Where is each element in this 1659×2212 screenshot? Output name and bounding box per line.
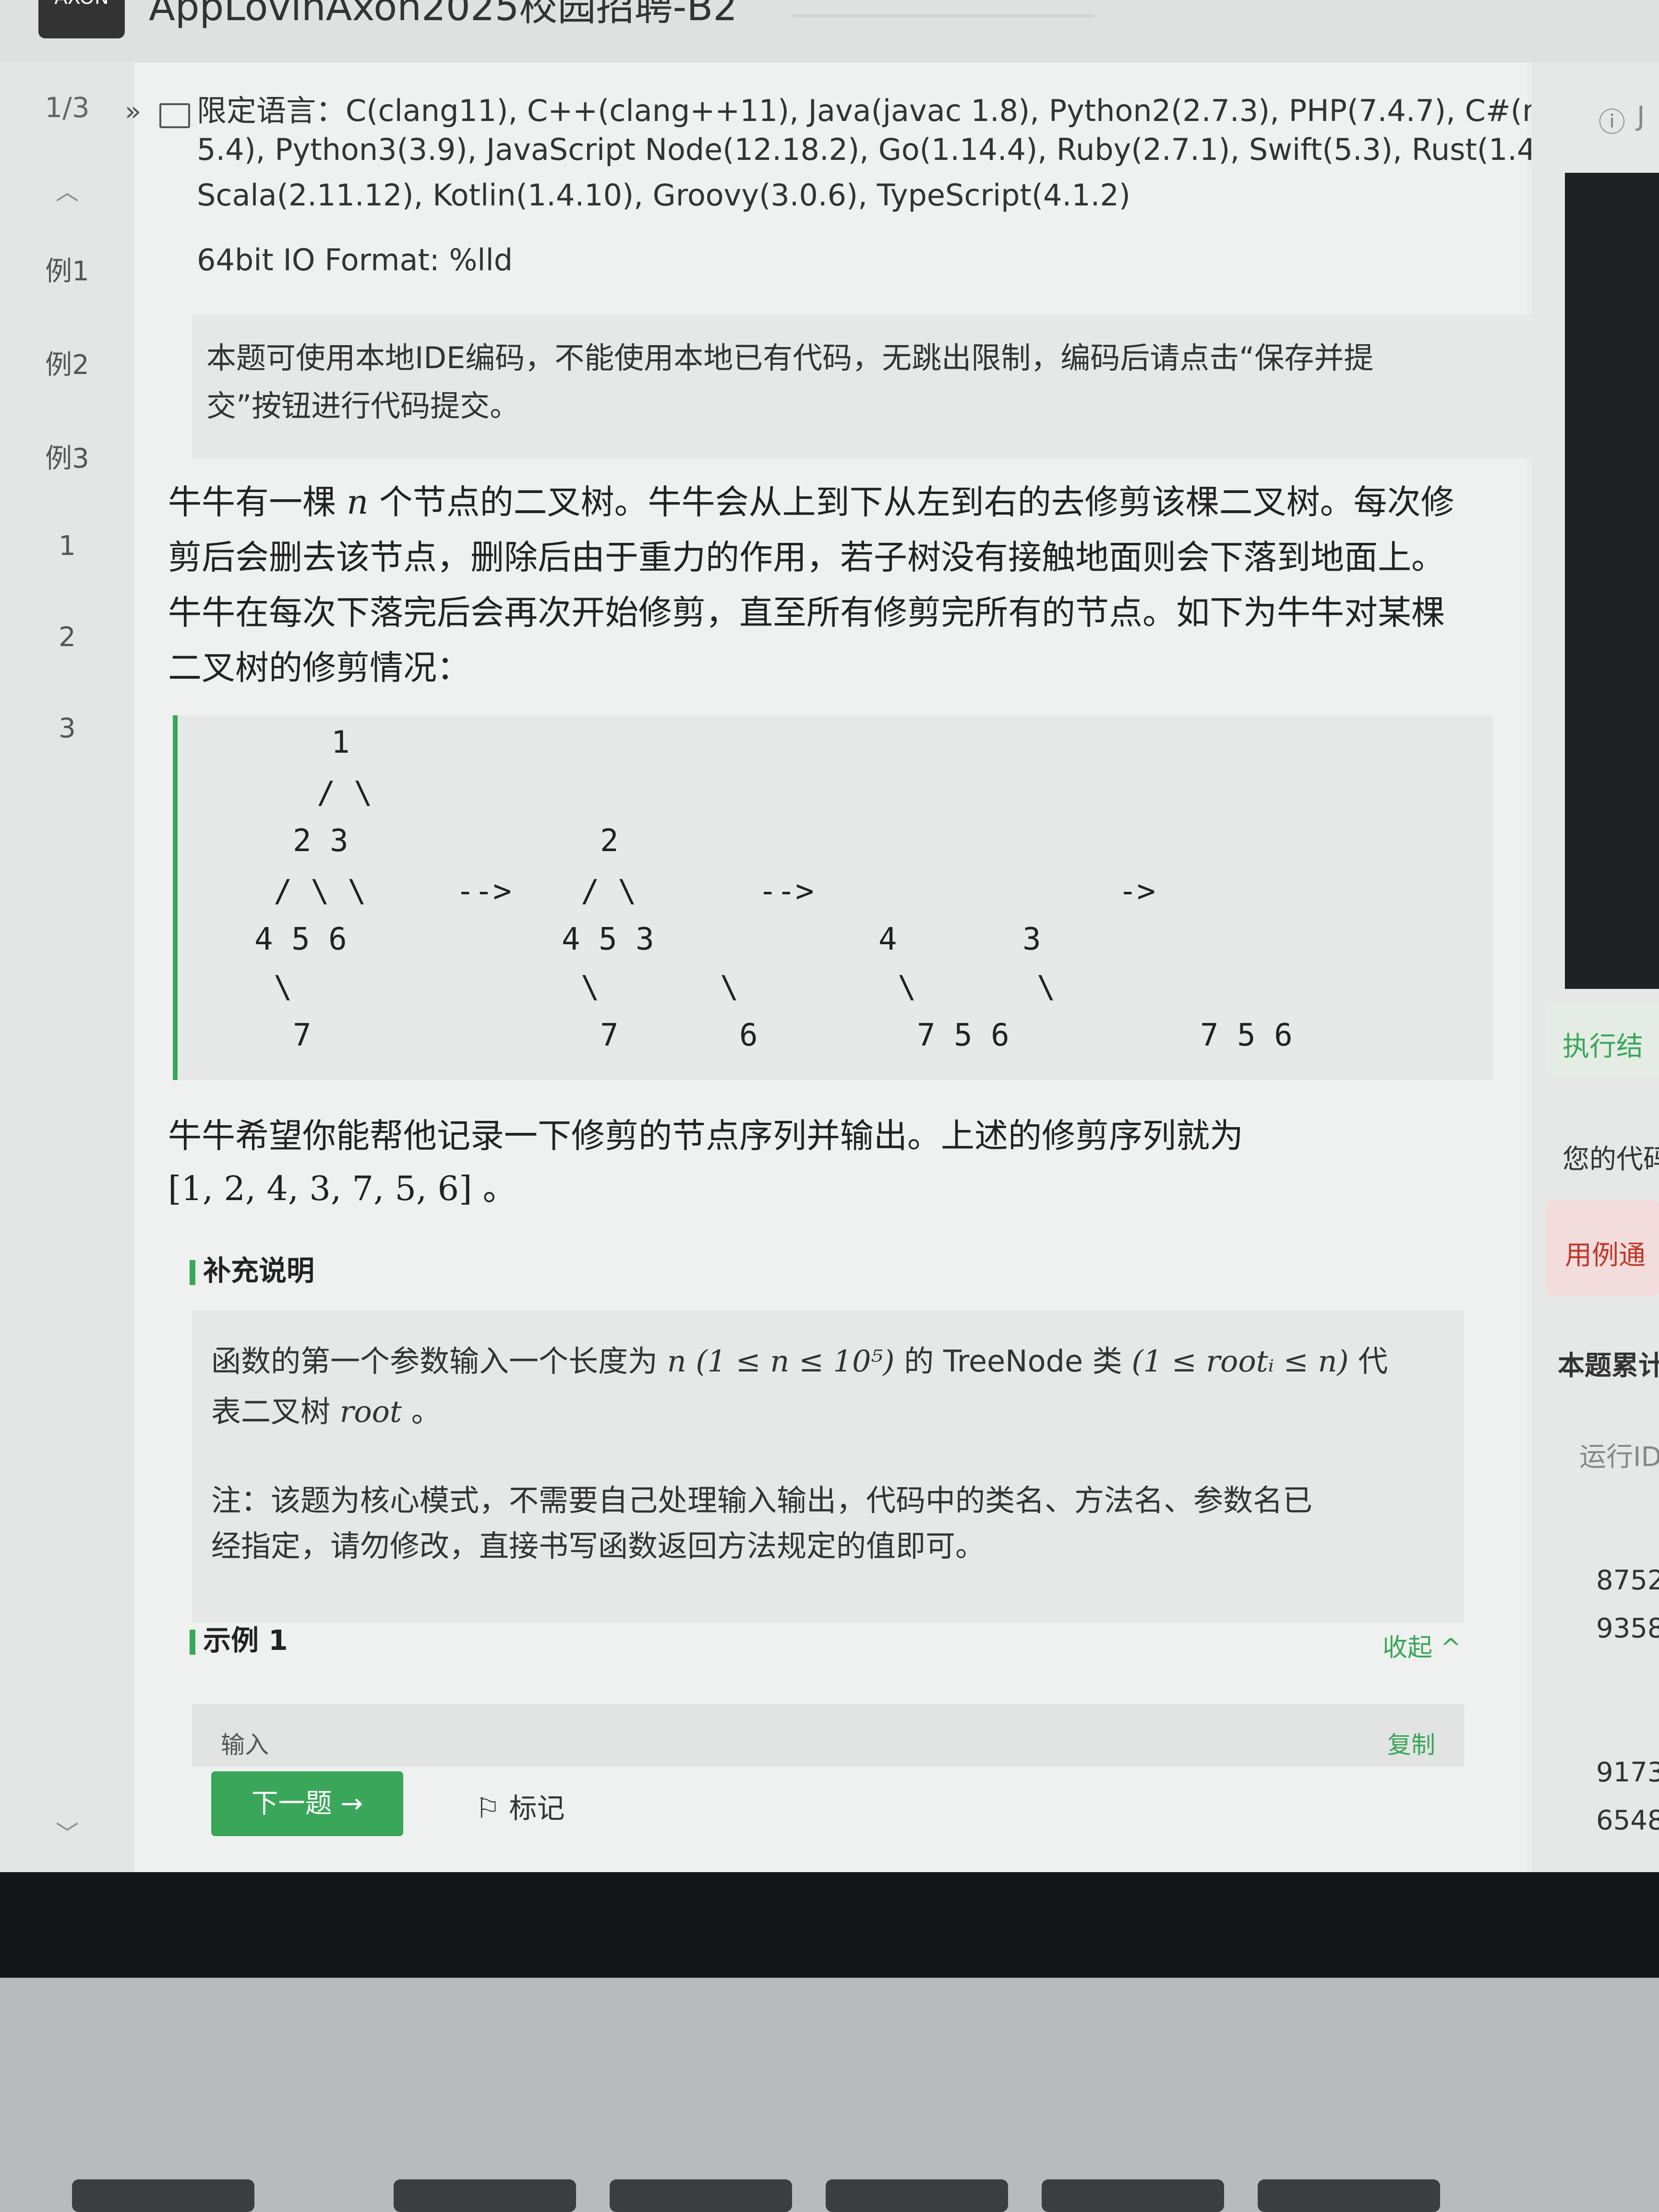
keyboard-key bbox=[72, 2179, 254, 2212]
nav-progress: 1/3 bbox=[45, 91, 90, 124]
description-line: 剪后会删去该节点，删除后由于重力的作用，若子树没有接触地面则会下落到地面上。 bbox=[168, 538, 1445, 577]
screen: AXON AppLovinAxon2025校园招聘-B2 1/3 ︿ 例1 例2… bbox=[0, 0, 1659, 1872]
supplement-box: 函数的第一个参数输入一个长度为 n (1 ≤ n ≤ 10⁵) 的 TreeNo… bbox=[192, 1310, 1464, 1623]
keyboard-key bbox=[394, 2179, 576, 2212]
arrow-text: --> bbox=[758, 874, 814, 909]
tree-text: \ bbox=[898, 970, 916, 1005]
chevron-up-icon[interactable]: ︿ bbox=[0, 173, 134, 206]
tree-text: \ bbox=[720, 970, 739, 1005]
note-line: 经指定，请勿修改，直接书写函数返回方法规定的值即可。 bbox=[211, 1528, 986, 1563]
flag-icon: ⚐ bbox=[475, 1792, 509, 1825]
tree-text: / \ bbox=[317, 775, 373, 811]
tree-text: 2 3 bbox=[293, 823, 349, 859]
supplement-line: 表二叉树 root 。 bbox=[211, 1394, 441, 1429]
tree-text: \ bbox=[1037, 970, 1056, 1005]
supplement-line: 函数的第一个参数输入一个长度为 n (1 ≤ n ≤ 10⁵) 的 TreeNo… bbox=[211, 1344, 1388, 1379]
company-logo: AXON bbox=[38, 0, 125, 38]
tree-text: 7 bbox=[293, 1018, 312, 1053]
mark-button[interactable]: ⚐ 标记 bbox=[475, 1786, 565, 1826]
top-bar: AXON AppLovinAxon2025校园招聘-B2 bbox=[0, 0, 1659, 62]
tree-text: 6 bbox=[739, 1018, 758, 1053]
right-panel: ⓘ J 执行结 您的代码 用例通 本题累计 运行ID 8752 9358 917… bbox=[1531, 62, 1659, 1872]
next-question-button[interactable]: 下一题 → bbox=[211, 1771, 403, 1836]
nav-item-3[interactable]: 3 bbox=[0, 713, 134, 744]
tree-text: 7 bbox=[600, 1018, 619, 1053]
code-editor[interactable] bbox=[1565, 173, 1659, 989]
example-title: 示例 1 bbox=[190, 1618, 288, 1658]
ide-notice-line: 交”按钮进行代码提交。 bbox=[206, 388, 520, 423]
tree-text: / \ bbox=[581, 874, 637, 909]
description-line: 二叉树的修剪情况： bbox=[168, 648, 470, 687]
language-limits-line: Scala(2.11.12), Kotlin(1.4.10), Groovy(3… bbox=[197, 178, 1130, 213]
ide-notice: 本题可使用本地IDE编码，不能使用本地已有代码，无跳出限制，编码后请点击“保存并… bbox=[192, 314, 1536, 458]
language-limits-line: 限定语言：C(clang11), C++(clang++11), Java(ja… bbox=[197, 93, 1583, 128]
info-text: J bbox=[1637, 101, 1645, 132]
laptop-chassis bbox=[0, 1978, 1659, 2212]
run-id: 8752 bbox=[1596, 1565, 1659, 1596]
tree-text: 2 bbox=[600, 823, 619, 859]
description-line: 牛牛有一棵 n 个节点的二叉树。牛牛会从上到下从左到右的去修剪该棵二叉树。每次修 bbox=[168, 482, 1455, 522]
keyboard-key bbox=[610, 2179, 792, 2212]
arrow-text: -> bbox=[1118, 874, 1156, 909]
keyboard-key bbox=[826, 2179, 1008, 2212]
tree-text: 7 5 6 bbox=[917, 1018, 1010, 1053]
note-line: 注：该题为核心模式，不需要自己处理输入输出，代码中的类名、方法名、参数名已 bbox=[211, 1483, 1313, 1518]
tree-diagram: 1 / \ 2 3 2 / \ \ --> / \ --> -> 4 5 6 4… bbox=[173, 715, 1493, 1080]
nav-item-2[interactable]: 2 bbox=[0, 622, 134, 653]
code-icon bbox=[159, 103, 190, 128]
example-input-header: 输入 复制 bbox=[192, 1704, 1464, 1767]
ide-notice-line: 本题可使用本地IDE编码，不能使用本地已有代码，无跳出限制，编码后请点击“保存并… bbox=[206, 340, 1374, 375]
run-button[interactable]: 执行结 bbox=[1546, 1003, 1659, 1075]
sequence-value: [1, 2, 4, 3, 7, 5, 6] 。 bbox=[168, 1169, 517, 1208]
run-id-header: 运行ID bbox=[1579, 1442, 1659, 1473]
sequence-text: 牛牛希望你能帮他记录一下修剪的节点序列并输出。上述的修剪序列就为 bbox=[168, 1116, 1243, 1155]
tree-text: 4 bbox=[878, 922, 897, 957]
your-code-label: 您的代码 bbox=[1563, 1144, 1659, 1175]
tree-text: 4 5 6 bbox=[254, 922, 347, 957]
problem-panel: » 限定语言：C(clang11), C++(clang++11), Java(… bbox=[125, 62, 1583, 1872]
stats-title: 本题累计 bbox=[1558, 1350, 1659, 1382]
info-icon[interactable]: ⓘ bbox=[1599, 101, 1625, 140]
collapse-link[interactable]: 收起 ^ bbox=[1382, 1627, 1461, 1663]
tree-text: / \ \ bbox=[274, 874, 366, 909]
case-result-badge: 用例通 bbox=[1546, 1200, 1659, 1296]
chevron-down-icon[interactable]: ﹀ bbox=[0, 1815, 134, 1848]
tree-text: \ bbox=[274, 970, 292, 1005]
tree-text: 4 5 3 bbox=[562, 922, 654, 957]
tree-text: 7 5 6 bbox=[1200, 1018, 1293, 1053]
nav-item-example-1[interactable]: 例1 bbox=[0, 250, 134, 289]
tree-text: 1 bbox=[331, 725, 350, 760]
nav-item-1[interactable]: 1 bbox=[0, 530, 134, 562]
keyboard-key bbox=[1258, 2179, 1440, 2212]
supplement-title: 补充说明 bbox=[190, 1248, 314, 1288]
timer-underline bbox=[792, 14, 1094, 17]
language-limits-line: 5.4), Python3(3.9), JavaScript Node(12.1… bbox=[197, 132, 1576, 167]
run-id: 9358 bbox=[1596, 1613, 1659, 1644]
arrow-text: --> bbox=[456, 874, 512, 909]
io-format: 64bit IO Format: %lld bbox=[197, 242, 513, 277]
copy-button[interactable]: 复制 bbox=[1387, 1726, 1435, 1760]
laptop-bezel bbox=[0, 1872, 1659, 1978]
expand-icon[interactable]: » bbox=[125, 96, 141, 127]
description-line: 牛牛在每次下落完后会再次开始修剪，直至所有修剪完所有的节点。如下为牛牛对某棵 bbox=[168, 593, 1445, 632]
tree-text: \ bbox=[581, 970, 600, 1005]
nav-item-example-3[interactable]: 例3 bbox=[0, 437, 134, 476]
question-nav: 1/3 ︿ 例1 例2 例3 1 2 3 ﹀ bbox=[0, 62, 134, 1872]
tree-text: 3 bbox=[1022, 922, 1041, 957]
run-id: 6548 bbox=[1596, 1805, 1659, 1836]
input-label: 输入 bbox=[221, 1731, 269, 1759]
nav-item-example-2[interactable]: 例2 bbox=[0, 343, 134, 382]
exam-title: AppLovinAxon2025校园招聘-B2 bbox=[149, 0, 738, 29]
run-id: 9173 bbox=[1596, 1757, 1659, 1788]
keyboard-key bbox=[1042, 2179, 1224, 2212]
